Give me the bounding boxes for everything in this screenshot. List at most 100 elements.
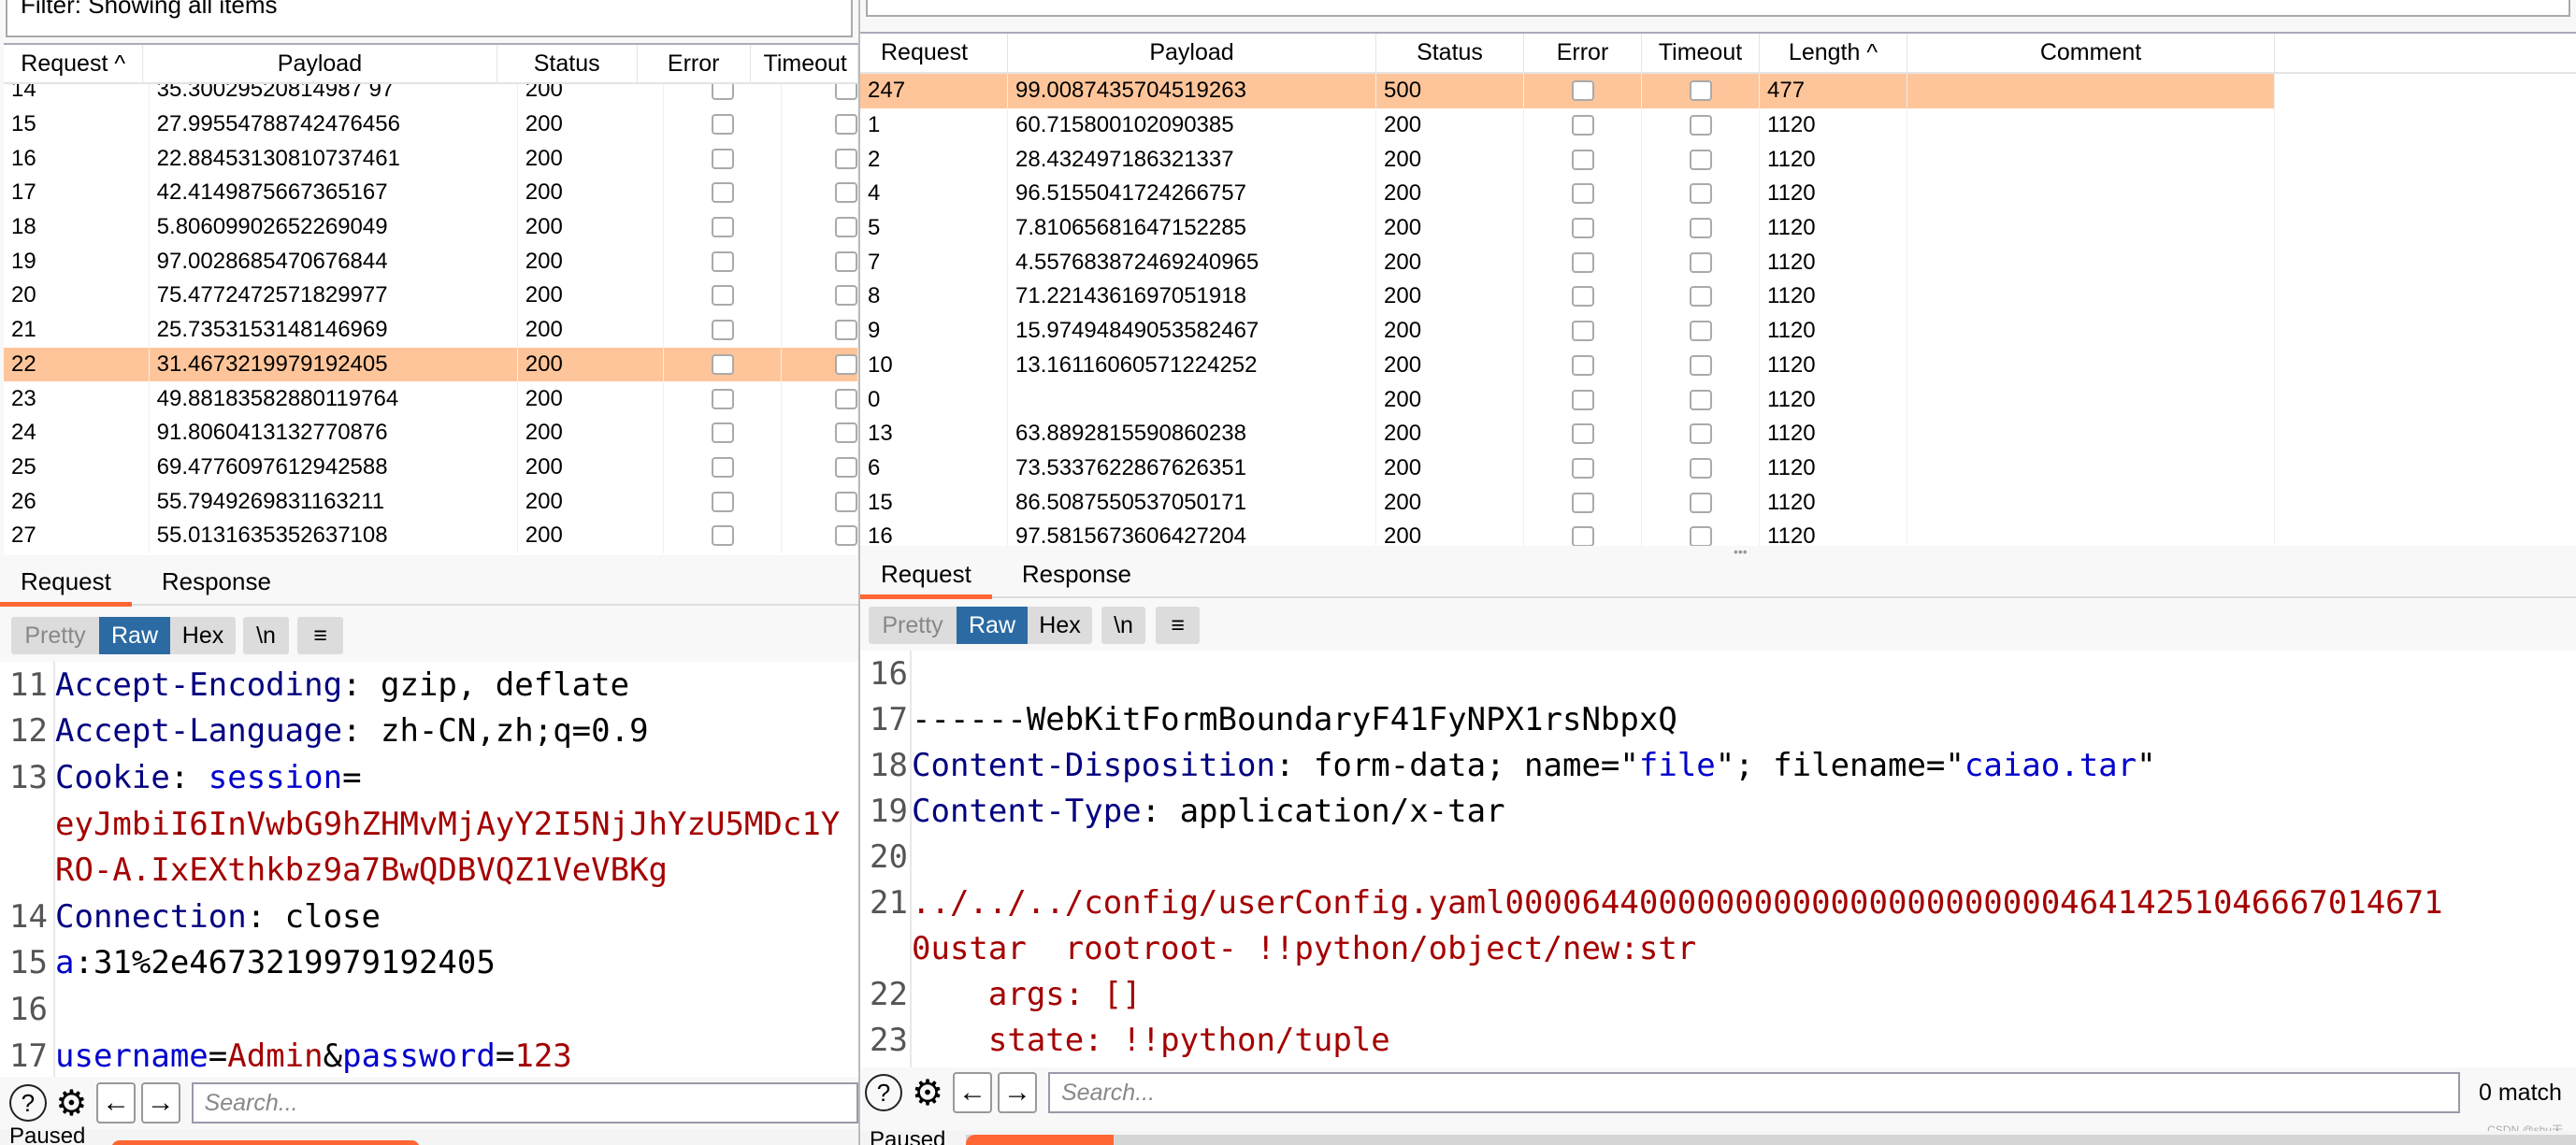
timeout-checkbox[interactable] [1689, 183, 1712, 205]
raw-button[interactable]: Raw [99, 617, 170, 654]
tab-response[interactable]: Response [141, 559, 292, 604]
timeout-checkbox[interactable] [1689, 115, 1712, 136]
table-row[interactable]: 17 42.4149875667365167 200 [4, 176, 858, 210]
timeout-checkbox[interactable] [835, 320, 857, 341]
tab-request[interactable]: Request [860, 551, 992, 599]
table-row[interactable]: 2 28.432497186321337 200 1120 [860, 142, 2576, 178]
table-row[interactable]: 18 5.80609902652269049 200 [4, 209, 858, 245]
error-checkbox[interactable] [711, 491, 734, 512]
gear-icon[interactable]: ⚙ [52, 1082, 92, 1124]
column-timeout[interactable]: Timeout [1642, 34, 1760, 72]
table-row[interactable]: 10 13.16116060571224252 200 1120 [860, 348, 2576, 383]
newline-toggle-button[interactable]: \n [243, 617, 289, 654]
column-error[interactable]: Error [1524, 34, 1642, 72]
pretty-button[interactable]: Pretty [869, 607, 957, 644]
timeout-checkbox[interactable] [835, 114, 857, 136]
table-row[interactable]: 15 27.99554788742476456 200 [4, 107, 858, 142]
column-timeout[interactable]: Timeout [751, 45, 858, 82]
timeout-checkbox[interactable] [835, 388, 857, 409]
table-row[interactable]: 21 25.7353153148146969 200 [4, 312, 858, 348]
error-checkbox[interactable] [1571, 492, 1594, 513]
previous-arrow-icon[interactable]: ← [953, 1072, 992, 1113]
table-row[interactable]: 16 97.5815673606427204 200 1120 [860, 519, 2576, 546]
timeout-checkbox[interactable] [835, 217, 857, 238]
table-row[interactable]: 24 91.8060413132770876 200 [4, 415, 858, 451]
timeout-checkbox[interactable] [835, 250, 857, 272]
error-checkbox[interactable] [1571, 423, 1594, 445]
table-row[interactable]: 15 86.5087550537050171 200 1120 [860, 485, 2576, 520]
timeout-checkbox[interactable] [835, 422, 857, 444]
help-icon[interactable]: ? [865, 1074, 902, 1111]
next-arrow-icon[interactable]: → [140, 1082, 180, 1124]
column-status[interactable]: Status [497, 45, 638, 82]
table-row[interactable]: 26 55.7949269831163211 200 [4, 484, 858, 519]
error-checkbox[interactable] [711, 353, 734, 375]
timeout-checkbox[interactable] [835, 491, 857, 512]
timeout-checkbox[interactable] [1689, 389, 1712, 410]
timeout-checkbox[interactable] [1689, 354, 1712, 376]
column-payload[interactable]: Payload [1008, 34, 1376, 72]
table-row[interactable]: 4 96.5155041724266757 200 1120 [860, 177, 2576, 211]
timeout-checkbox[interactable] [1689, 423, 1712, 445]
error-checkbox[interactable] [711, 217, 734, 238]
timeout-checkbox[interactable] [1689, 526, 1712, 546]
table-row[interactable]: 13 63.8892815590860238 200 1120 [860, 416, 2576, 451]
search-input[interactable]: Search... [1048, 1072, 2460, 1113]
pretty-button[interactable]: Pretty [11, 617, 99, 654]
timeout-checkbox[interactable] [835, 353, 857, 375]
menu-icon[interactable]: ≡ [1156, 607, 1200, 644]
column-length[interactable]: Length ^ [1760, 34, 1907, 72]
column-request[interactable]: Request [860, 34, 1008, 72]
timeout-checkbox[interactable] [1689, 492, 1712, 513]
timeout-checkbox[interactable] [835, 285, 857, 307]
timeout-checkbox[interactable] [1689, 218, 1712, 239]
timeout-checkbox[interactable] [1689, 251, 1712, 273]
error-checkbox[interactable] [1571, 389, 1594, 410]
error-checkbox[interactable] [1571, 354, 1594, 376]
error-checkbox[interactable] [1571, 526, 1594, 546]
raw-button[interactable]: Raw [957, 607, 1028, 644]
error-checkbox[interactable] [711, 114, 734, 136]
error-checkbox[interactable] [1571, 286, 1594, 308]
search-input[interactable]: Search... [191, 1082, 858, 1124]
request-editor[interactable]: 11 Accept-Encoding: gzip, deflate 12 Accept… [0, 662, 858, 1077]
table-row[interactable]: 20 75.4772472571829977 200 [4, 279, 858, 313]
error-checkbox[interactable] [1571, 80, 1594, 102]
error-checkbox[interactable] [1571, 115, 1594, 136]
timeout-checkbox[interactable] [1689, 80, 1712, 102]
error-checkbox[interactable] [711, 456, 734, 478]
help-icon[interactable]: ? [9, 1084, 47, 1122]
column-payload[interactable]: Payload [143, 45, 497, 82]
table-row[interactable]: 6 73.5337622867626351 200 1120 [860, 451, 2576, 486]
menu-icon[interactable]: ≡ [297, 617, 343, 654]
timeout-checkbox[interactable] [1689, 149, 1712, 170]
error-checkbox[interactable] [711, 422, 734, 444]
error-checkbox[interactable] [1571, 251, 1594, 273]
timeout-checkbox[interactable] [835, 525, 857, 547]
table-row[interactable]: 22 31.4673219979192405 200 [4, 347, 858, 382]
error-checkbox[interactable] [711, 525, 734, 547]
error-checkbox[interactable] [1571, 183, 1594, 205]
error-checkbox[interactable] [1571, 218, 1594, 239]
table-row[interactable]: 0 200 1120 [860, 382, 2576, 417]
table-row[interactable]: 19 97.0028685470676844 200 [4, 244, 858, 279]
error-checkbox[interactable] [711, 148, 734, 169]
table-row[interactable]: 7 4.557683872469240965 200 1120 [860, 245, 2576, 280]
error-checkbox[interactable] [711, 388, 734, 409]
table-row[interactable]: 5 7.81065681647152285 200 1120 [860, 210, 2576, 246]
table-row[interactable]: 8 71.2214361697051918 200 1120 [860, 279, 2576, 314]
error-checkbox[interactable] [711, 285, 734, 307]
timeout-checkbox[interactable] [835, 182, 857, 204]
column-error[interactable]: Error [638, 45, 751, 82]
error-checkbox[interactable] [711, 320, 734, 341]
request-editor[interactable]: 16 17 ------WebKitFormBoundaryF41FyNPX1rsN… [860, 651, 2576, 1067]
tab-request[interactable]: Request [0, 559, 132, 607]
error-checkbox[interactable] [711, 182, 734, 204]
table-row[interactable]: 27 55.0131635352637108 200 [4, 518, 858, 553]
filter-bar[interactable]: Filter: Showing all items [6, 0, 853, 37]
filter-bar[interactable] [866, 0, 2570, 17]
column-comment[interactable]: Comment [1907, 34, 2275, 72]
tab-response[interactable]: Response [1001, 551, 1152, 596]
hex-button[interactable]: Hex [170, 617, 236, 654]
column-status[interactable]: Status [1376, 34, 1524, 72]
